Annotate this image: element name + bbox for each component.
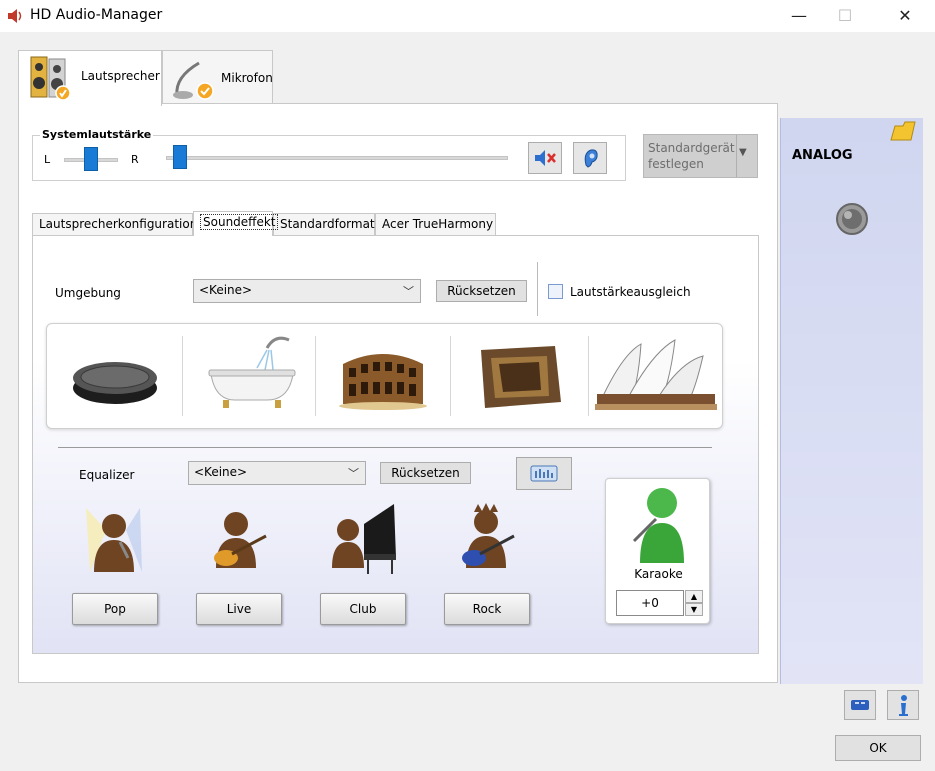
separator [58,447,712,448]
karaoke-label: Karaoke [634,567,683,581]
system-volume-label: Systemlautstärke [40,128,154,141]
equalizer-select[interactable]: <Keine> ﹀ [188,461,366,485]
equalizer-label: Equalizer [79,468,135,482]
mute-button[interactable] [528,142,562,174]
equalizer-reset-button[interactable]: Rücksetzen [380,462,471,484]
speaker-mute-icon [535,150,556,166]
tab-mikrofon[interactable]: Mikrofon [162,50,273,104]
title-bar: HD Audio-Manager — ☐ ✕ [0,0,935,32]
maximize-button[interactable]: ☐ [822,0,868,32]
volume-slider-track[interactable] [166,156,508,160]
dts-button[interactable] [844,690,876,720]
folder-icon[interactable] [889,118,917,144]
bathtub-icon[interactable] [205,334,299,414]
karaoke-panel: Karaoke +0 ▲ ▼ [605,478,710,624]
balance-right-label: R [131,153,139,166]
volume-slider-thumb[interactable] [172,145,187,169]
eq-preset-club-button[interactable]: Club [320,593,406,625]
karaoke-down-button[interactable]: ▼ [685,603,703,616]
rock-guitarist-icon[interactable] [456,502,518,576]
close-button[interactable]: ✕ [882,0,928,32]
environment-presets [46,323,723,429]
stone-disc-icon[interactable] [69,344,161,410]
stone-room-icon[interactable] [475,342,565,414]
set-default-device-button[interactable]: Standardgerät festlegen ▼ [643,134,758,178]
club-pianist-icon[interactable] [330,502,398,576]
tab-lautsprecher[interactable]: Lautsprecher [18,50,162,106]
tab-mikrofon-label: Mikrofon [221,71,273,85]
microphone-icon [173,61,214,100]
karaoke-up-button[interactable]: ▲ [685,590,703,603]
balance-left-label: L [44,153,51,166]
window-title: HD Audio-Manager [30,7,163,23]
subtab-soundeffekt[interactable]: Soundeffekt [193,211,279,236]
subtab-lautsprecherkonfiguration[interactable]: Lautsprecherkonfiguration [32,213,197,235]
live-guitarist-icon[interactable] [206,506,270,574]
karaoke-singer-icon[interactable] [626,483,690,565]
divider [537,262,538,316]
tab-lautsprecher-label: Lautsprecher [81,69,160,83]
minimize-button[interactable]: — [776,0,822,32]
graphic-eq-button[interactable] [516,457,572,490]
colosseum-icon[interactable] [337,342,429,412]
opera-house-icon[interactable] [593,334,719,420]
eq-preset-rock-button[interactable]: Rock [444,593,530,625]
environment-reset-button[interactable]: Rücksetzen [436,280,527,302]
chevron-down-icon: ﹀ [403,285,414,298]
analog-connector-panel: ANALOG [780,118,923,684]
eq-preset-pop-button[interactable]: Pop [72,593,158,625]
analog-title: ANALOG [792,148,853,163]
speakers-icon [30,56,71,101]
dropdown-arrow-icon: ▼ [739,147,747,158]
loudness-label: Lautstärkeausgleich [570,285,691,299]
ear-icon [584,149,598,168]
equalizer-icon [530,465,558,482]
karaoke-value-input[interactable]: +0 [616,590,684,616]
ok-button[interactable]: OK [835,735,921,761]
pop-singer-icon[interactable] [76,502,150,578]
eq-preset-live-button[interactable]: Live [196,593,282,625]
ear-button[interactable] [573,142,607,174]
environment-label: Umgebung [55,286,121,300]
jack-port-icon[interactable] [835,202,869,236]
subtab-standardformat[interactable]: Standardformat [273,213,375,235]
chevron-down-icon: ﹀ [348,467,359,480]
loudness-checkbox[interactable] [548,284,563,299]
subtab-acer-trueharmony[interactable]: Acer TrueHarmony [375,213,496,235]
set-default-device-label: Standardgerät festlegen [648,141,735,171]
environment-select[interactable]: <Keine> ﹀ [193,279,421,303]
info-icon [899,695,908,716]
speaker-app-icon [8,9,22,23]
balance-slider-thumb[interactable] [84,147,98,171]
info-button[interactable] [887,690,919,720]
brand-logo-icon [851,700,869,710]
